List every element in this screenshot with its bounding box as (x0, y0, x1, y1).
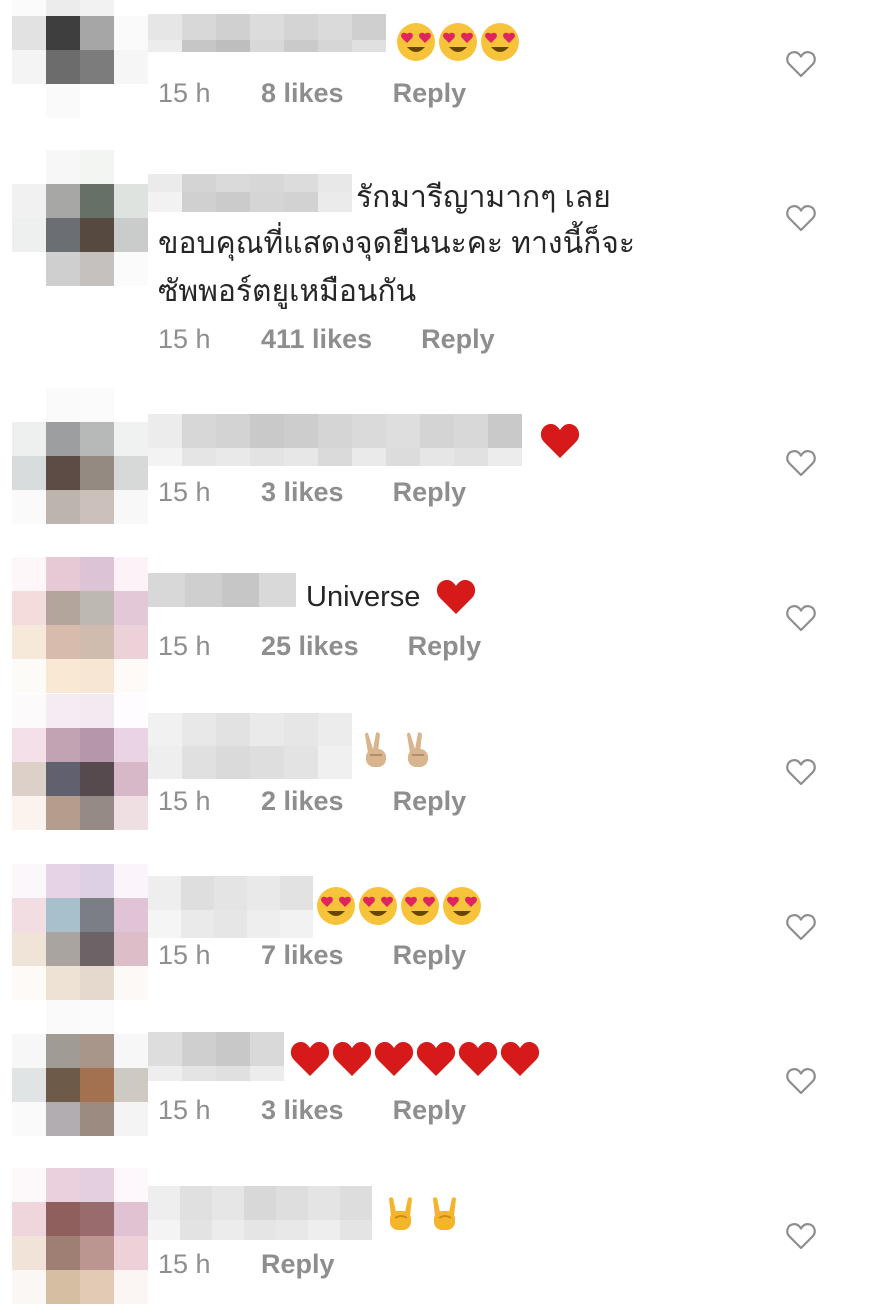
comment-likes[interactable]: 2 likes (261, 786, 344, 817)
red-heart-emoji (458, 1040, 498, 1078)
comment-time: 15 h (158, 940, 211, 970)
heart-outline-icon[interactable] (786, 604, 816, 632)
comment-time: 15 h (158, 324, 211, 354)
heart-eyes-emoji (400, 886, 440, 926)
avatar[interactable] (12, 0, 148, 118)
avatar[interactable] (12, 694, 148, 830)
reply-button[interactable]: Reply (421, 324, 495, 355)
heart-outline-icon[interactable] (786, 1067, 816, 1095)
reply-button[interactable]: Reply (408, 631, 482, 662)
comment-meta: 15 h 411 likes Reply (158, 324, 495, 355)
username-redacted[interactable] (148, 876, 313, 938)
rock-on-hand-emoji (386, 1196, 416, 1232)
comment-text: Universe (306, 581, 421, 613)
red-heart-emoji (436, 578, 476, 616)
heart-eyes-emoji (316, 886, 356, 926)
username-redacted[interactable] (148, 573, 296, 607)
comment-likes[interactable]: 3 likes (261, 1095, 344, 1126)
reply-button[interactable]: Reply (393, 78, 467, 109)
avatar[interactable] (12, 1168, 148, 1304)
victory-hand-emoji (404, 731, 432, 769)
username-redacted[interactable] (148, 1186, 372, 1240)
heart-outline-icon[interactable] (786, 913, 816, 941)
comment-time: 15 h (158, 786, 211, 816)
heart-eyes-emoji (442, 886, 482, 926)
comment-text-line: ขอบคุณที่แสดงจุดยืนนะคะ ทางนี้ก็จะ (158, 227, 635, 260)
victory-hand-emoji (362, 731, 390, 769)
avatar[interactable] (12, 388, 148, 524)
heart-outline-icon[interactable] (786, 758, 816, 786)
username-redacted[interactable] (148, 14, 386, 52)
comment-emojis (386, 1196, 460, 1232)
username-redacted[interactable] (148, 414, 522, 466)
reply-button[interactable]: Reply (393, 786, 467, 817)
comment-likes[interactable]: 7 likes (261, 940, 344, 971)
comment-text-line: ซัพพอร์ตยูเหมือนกัน (158, 275, 417, 308)
red-heart-emoji (290, 1040, 330, 1078)
avatar[interactable] (12, 557, 148, 693)
comment-emojis (540, 422, 580, 460)
username-redacted[interactable] (148, 713, 352, 779)
comment-time: 15 h (158, 1249, 211, 1279)
heart-outline-icon[interactable] (786, 204, 816, 232)
reply-button[interactable]: Reply (393, 477, 467, 508)
comment-time: 15 h (158, 1095, 211, 1125)
heart-eyes-emoji (396, 22, 436, 62)
red-heart-emoji (540, 422, 580, 460)
comment-meta: 15 h 2 likes Reply (158, 786, 466, 817)
red-heart-emoji (374, 1040, 414, 1078)
comment-time: 15 h (158, 477, 211, 507)
heart-eyes-emoji (438, 22, 478, 62)
comment-emojis (362, 731, 432, 769)
comment-emojis (396, 22, 520, 62)
heart-outline-icon[interactable] (786, 1222, 816, 1250)
avatar[interactable] (12, 864, 148, 1000)
comment-time: 15 h (158, 78, 211, 108)
comment-time: 15 h (158, 631, 211, 661)
comment-likes[interactable]: 8 likes (261, 78, 344, 109)
reply-button[interactable]: Reply (393, 940, 467, 971)
username-redacted[interactable] (148, 1032, 284, 1081)
comment-meta: 15 h 3 likes Reply (158, 477, 466, 508)
comment-likes[interactable]: 3 likes (261, 477, 344, 508)
reply-button[interactable]: Reply (261, 1249, 335, 1280)
red-heart-emoji (332, 1040, 372, 1078)
comment-meta: 15 h 3 likes Reply (158, 1095, 466, 1126)
rock-on-hand-emoji (430, 1196, 460, 1232)
reply-button[interactable]: Reply (393, 1095, 467, 1126)
comment-text-line: รักมารีญามากๆ เลย (356, 181, 611, 214)
heart-eyes-emoji (480, 22, 520, 62)
red-heart-emoji (500, 1040, 540, 1078)
comment-likes[interactable]: 411 likes (261, 324, 372, 355)
comment-meta: 15 h 8 likes Reply (158, 78, 466, 109)
red-heart-emoji (416, 1040, 456, 1078)
heart-eyes-emoji (358, 886, 398, 926)
comment-meta: 15 h 25 likes Reply (158, 631, 481, 662)
comment-likes[interactable]: 25 likes (261, 631, 359, 662)
comment-meta: 15 h 7 likes Reply (158, 940, 466, 971)
heart-outline-icon[interactable] (786, 50, 816, 78)
comment-emojis (436, 578, 476, 616)
comment-meta: 15 h Reply (158, 1249, 335, 1280)
comment-emojis (316, 886, 482, 926)
heart-outline-icon[interactable] (786, 449, 816, 477)
avatar[interactable] (12, 150, 148, 286)
username-redacted[interactable] (148, 174, 352, 212)
comment-emojis (290, 1040, 540, 1078)
avatar[interactable] (12, 1000, 148, 1136)
